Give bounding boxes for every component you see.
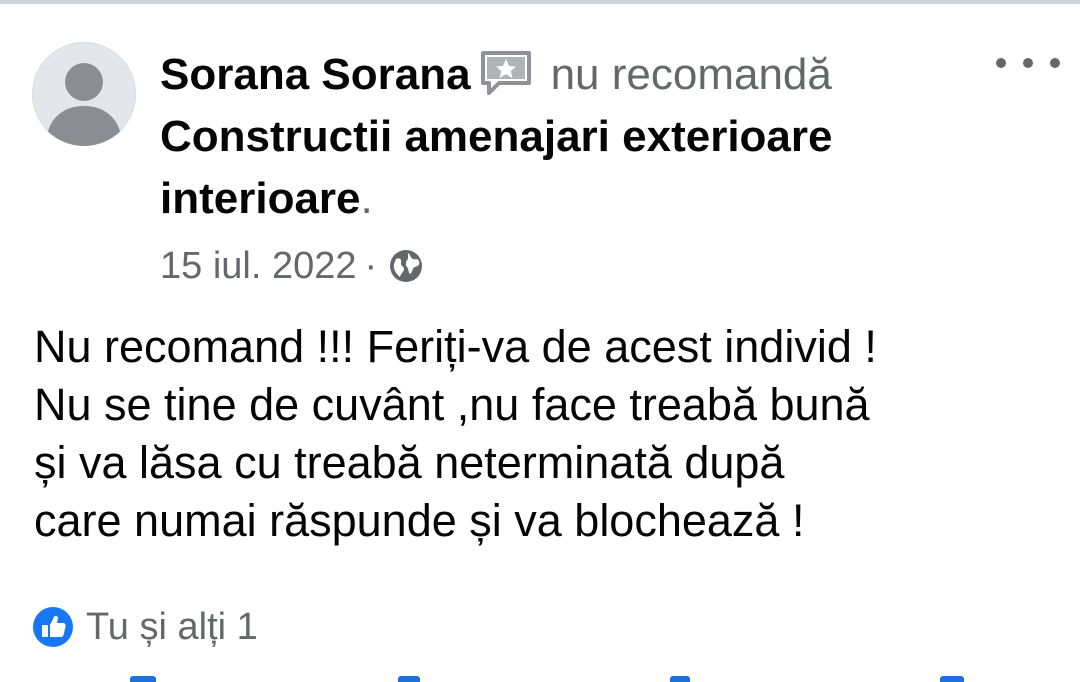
default-profile-icon <box>46 63 122 146</box>
like-icon <box>32 606 74 648</box>
cropped-icon <box>670 676 690 682</box>
post-headline: Sorana Sorana nu recomandă Constructii a… <box>160 44 980 230</box>
cropped-icon <box>398 676 420 682</box>
headline-period: . <box>360 174 373 223</box>
post-header: Sorana Sorana nu recomandă Constructii a… <box>160 44 980 230</box>
page-name-link[interactable]: Constructii amenajari exterioare interio… <box>160 112 832 223</box>
reactions-bar[interactable]: Tu și alți 1 <box>32 602 258 652</box>
review-post: Sorana Sorana nu recomandă Constructii a… <box>0 0 1080 682</box>
post-meta: 15 iul. 2022 · <box>160 238 425 294</box>
post-date[interactable]: 15 iul. 2022 <box>160 245 357 288</box>
meta-separator: · <box>364 244 378 287</box>
more-dot <box>1050 58 1060 68</box>
more-options-button[interactable] <box>996 48 1060 78</box>
cropped-icon <box>940 676 964 682</box>
cropped-icon <box>130 676 156 682</box>
recommendation-status: nu recomandă <box>550 50 832 99</box>
cropped-action-row <box>0 674 1080 682</box>
avatar[interactable] <box>32 42 136 146</box>
post-body: Nu recomand !!! Feriți-va de acest indiv… <box>34 321 877 546</box>
review-badge-icon <box>479 49 533 95</box>
globe-icon[interactable] <box>387 247 425 285</box>
top-divider <box>0 0 1080 4</box>
reactions-count: Tu și alți 1 <box>86 605 258 648</box>
more-dot <box>996 58 1006 68</box>
author-name[interactable]: Sorana Sorana <box>160 50 471 99</box>
more-dot <box>1023 58 1033 68</box>
